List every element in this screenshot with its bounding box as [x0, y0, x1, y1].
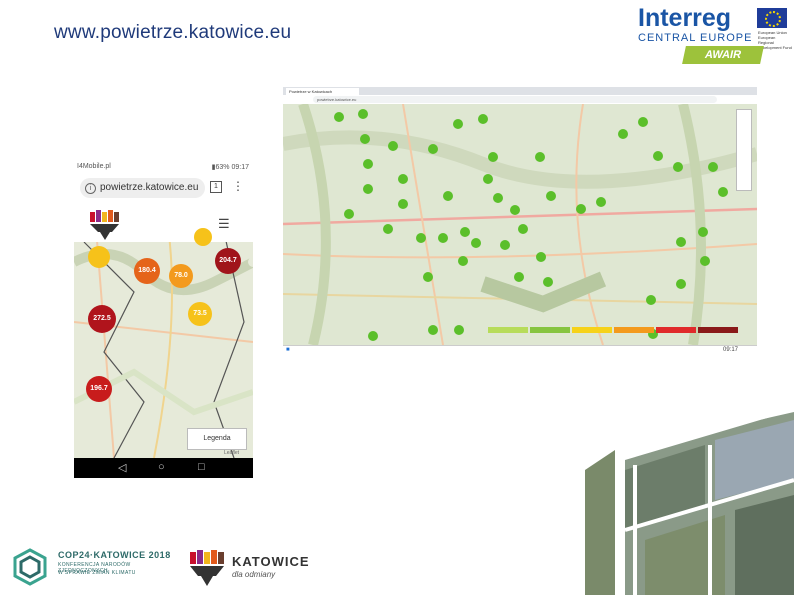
eu-flag-icon — [757, 8, 787, 28]
cop24-hexagon-icon — [13, 548, 47, 586]
awair-badge: AWAIR — [682, 46, 764, 64]
map-controls-panel[interactable] — [736, 109, 752, 191]
windows-taskbar: ■ 09:17 — [283, 345, 757, 355]
station-bubble[interactable]: 73.5 — [188, 302, 212, 326]
legend-swatch — [530, 327, 570, 333]
station-bubble[interactable]: 204.7 — [215, 248, 241, 274]
menu-icon[interactable]: ⋮ — [232, 179, 244, 193]
station-bubble[interactable] — [194, 228, 212, 246]
info-icon[interactable]: i — [85, 183, 96, 194]
map-attribution: Leaflet — [224, 450, 240, 456]
katowice-emblem-icon — [190, 550, 224, 586]
recent-apps-icon[interactable]: □ — [198, 461, 205, 473]
page-title: www.powietrze.katowice.eu — [54, 22, 292, 43]
tabs-button[interactable]: 1 — [210, 181, 222, 193]
browser-tab[interactable]: Powietrze w Katowicach — [286, 88, 359, 95]
interreg-wordmark: Interreg — [638, 4, 732, 32]
desktop-screenshot: Powietrze w Katowicach powietrze.katowic… — [283, 87, 757, 355]
station-bubble[interactable] — [88, 246, 110, 268]
android-nav-bar: ◁ ○ □ — [74, 458, 253, 478]
hamburger-menu-icon[interactable]: ☰ — [218, 216, 230, 232]
taskbar-clock: 09:17 — [723, 347, 739, 353]
interreg-subtitle: CENTRAL EUROPE — [638, 32, 753, 44]
browser-tab-strip: Powietrze w Katowicach — [283, 87, 757, 95]
station-bubble[interactable]: 78.0 — [169, 264, 193, 288]
carrier-label: I4Mobile.pl — [77, 163, 111, 170]
cop24-logo: COP24·KATOWICE 2018 KONFERENCJA NARODÓW … — [12, 546, 182, 590]
cop24-line3: W SPRAWIE ZMIAN KLIMATU — [58, 570, 136, 576]
city-photo-collage — [585, 410, 794, 595]
legend-button[interactable]: Legenda — [187, 428, 247, 450]
station-bubble[interactable]: 180.4 — [134, 258, 160, 284]
katowice-logo-icon — [88, 210, 122, 242]
url-text: powietrze.katowice.eu — [100, 182, 199, 193]
url-field[interactable]: powietrze.katowice.eu — [313, 96, 717, 103]
phone-screenshot: I4Mobile.pl ▮63% 09:17 i powietrze.katow… — [74, 160, 253, 478]
station-bubble[interactable]: 196.7 — [86, 376, 112, 402]
url-field[interactable]: i powietrze.katowice.eu — [80, 178, 205, 198]
browser-address-bar: i powietrze.katowice.eu 1 ⋮ — [74, 174, 253, 202]
back-icon[interactable]: ◁ — [118, 461, 126, 474]
katowice-logo: KATOWICE dla odmiany — [188, 548, 310, 590]
legend-swatch — [488, 327, 528, 333]
home-icon[interactable]: ○ — [158, 461, 165, 473]
legend-swatch — [698, 327, 738, 333]
katowice-tagline: dla odmiany — [232, 570, 276, 579]
katowice-title: KATOWICE — [232, 554, 310, 569]
station-bubble[interactable]: 272.5 — [88, 305, 116, 333]
desktop-map[interactable] — [283, 104, 757, 345]
legend-swatch — [614, 327, 654, 333]
map-legend — [488, 327, 748, 334]
phone-status-bar: I4Mobile.pl ▮63% 09:17 — [74, 160, 253, 174]
legend-swatch — [656, 327, 696, 333]
windows-start-icon[interactable]: ■ — [286, 347, 290, 353]
legend-swatch — [572, 327, 612, 333]
status-right: ▮63% 09:17 — [211, 164, 249, 171]
browser-omnibox: powietrze.katowice.eu — [283, 95, 757, 104]
cop24-title: COP24·KATOWICE 2018 — [58, 550, 171, 560]
interreg-logo: Interreg CENTRAL EUROPE European Union E… — [632, 4, 792, 66]
